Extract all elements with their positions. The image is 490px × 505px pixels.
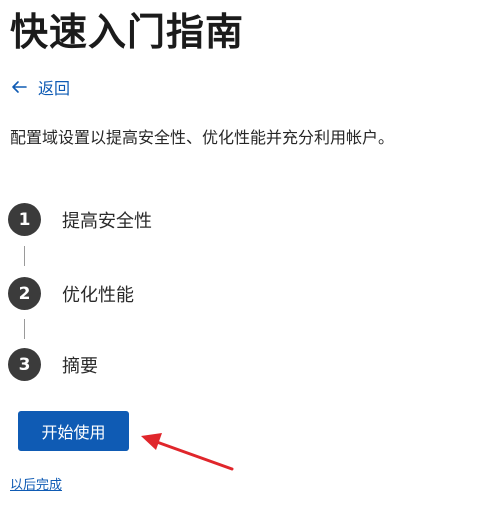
- step-label: 优化性能: [62, 284, 134, 306]
- step-number-badge: 3: [8, 348, 41, 381]
- step-label: 摘要: [62, 355, 98, 377]
- step-number-badge: 2: [8, 277, 41, 310]
- back-label: 返回: [38, 79, 71, 98]
- step-connector: [24, 319, 25, 339]
- step-2: 2 优化性能: [8, 277, 134, 310]
- step-1: 1 提高安全性: [8, 203, 152, 236]
- page-title: 快速入门指南: [10, 10, 245, 54]
- step-number-badge: 1: [8, 203, 41, 236]
- step-label: 提高安全性: [62, 210, 152, 232]
- step-connector: [24, 246, 25, 266]
- arrow-left-icon: [12, 81, 27, 93]
- back-link[interactable]: 返回: [10, 74, 70, 100]
- get-started-button[interactable]: 开始使用: [18, 411, 129, 451]
- step-3: 3 摘要: [8, 348, 98, 381]
- finish-later-link[interactable]: 以后完成: [10, 474, 62, 493]
- page-description: 配置域设置以提高安全性、优化性能并充分利用帐户。: [10, 128, 395, 147]
